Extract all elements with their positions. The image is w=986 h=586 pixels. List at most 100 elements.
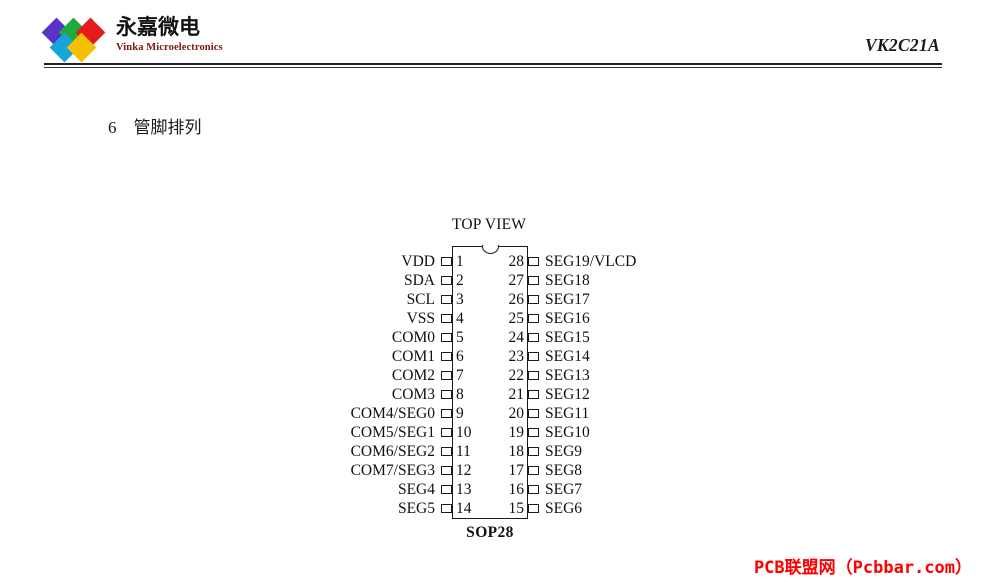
pin-row: SEG18 bbox=[528, 271, 770, 290]
pin-number-label: 26 bbox=[508, 291, 525, 308]
pin-lead-icon bbox=[441, 485, 452, 494]
pin-lead-icon bbox=[528, 314, 539, 323]
pin-assignment-diagram: TOP VIEW VDD 1 SDA 2 SCL 3 VSS 4 COM0 5 COM1 6 COM2 7… bbox=[330, 216, 660, 546]
pin-name-label: COM6/SEG2 bbox=[350, 442, 435, 460]
pin-name-label: SEG8 bbox=[545, 461, 583, 479]
pin-lead-icon bbox=[528, 447, 539, 456]
pin-lead-icon bbox=[528, 276, 539, 285]
pin-name-label: SEG7 bbox=[545, 480, 583, 498]
pin-number-label: 6 bbox=[456, 348, 464, 365]
pin-lead-icon bbox=[528, 390, 539, 399]
section-number: 6 bbox=[108, 118, 117, 137]
pin-number-label: 11 bbox=[456, 443, 471, 460]
pin-lead-icon bbox=[441, 314, 452, 323]
pin-lead-icon bbox=[528, 257, 539, 266]
pin-row: SEG11 bbox=[528, 404, 770, 423]
pin-row: COM7/SEG3 bbox=[210, 461, 452, 480]
pin-row: COM0 bbox=[210, 328, 452, 347]
pin-number-label: 13 bbox=[456, 481, 472, 498]
pin-row: SDA bbox=[210, 271, 452, 290]
pin-number-label: 23 bbox=[508, 348, 525, 365]
company-logo: 永嘉微电 Vinka Microelectronics bbox=[41, 12, 223, 63]
pin-row: VDD bbox=[210, 252, 452, 271]
pin-name-label: COM4/SEG0 bbox=[350, 404, 435, 422]
pin-row: COM3 bbox=[210, 385, 452, 404]
pin-number-label: 5 bbox=[456, 329, 464, 346]
pin-name-label: SEG10 bbox=[545, 423, 590, 441]
pin-name-label: SEG18 bbox=[545, 271, 590, 289]
pin-name-label: SEG12 bbox=[545, 385, 590, 403]
pin-lead-icon bbox=[441, 333, 452, 342]
pin-lead-icon bbox=[528, 352, 539, 361]
pin-lead-icon bbox=[528, 371, 539, 380]
pin-row: COM6/SEG2 bbox=[210, 442, 452, 461]
pin-lead-icon bbox=[528, 333, 539, 342]
pin-name-label: SEG15 bbox=[545, 328, 590, 346]
pin-row: SEG10 bbox=[528, 423, 770, 442]
pin-lead-icon bbox=[441, 295, 452, 304]
pin-name-label: COM0 bbox=[391, 328, 435, 346]
pin-name-label: SCL bbox=[406, 290, 435, 308]
pin-number-label: 4 bbox=[456, 310, 464, 327]
pin-number-label: 3 bbox=[456, 291, 464, 308]
pin-number-label: 28 bbox=[508, 253, 525, 270]
pin-name-label: SEG13 bbox=[545, 366, 590, 384]
pin-number-label: 7 bbox=[456, 367, 464, 384]
pin-name-label: COM1 bbox=[391, 347, 435, 365]
watermark-text: PCB联盟网（Pcbbar.com） bbox=[753, 558, 972, 578]
pin-name-label: SEG5 bbox=[397, 499, 435, 517]
pin-row: SEG14 bbox=[528, 347, 770, 366]
pin-number-label: 27 bbox=[508, 272, 525, 289]
pin-name-label: SEG4 bbox=[397, 480, 435, 498]
pin-lead-icon bbox=[441, 428, 452, 437]
section-heading: 6 管脚排列 bbox=[108, 113, 202, 138]
pin-number-label: 1 bbox=[456, 253, 464, 270]
pin-number-label: 12 bbox=[456, 462, 472, 479]
pin-lead-icon bbox=[528, 504, 539, 513]
pin-lead-icon bbox=[528, 428, 539, 437]
pin-row: SEG9 bbox=[528, 442, 770, 461]
pin-row: SEG15 bbox=[528, 328, 770, 347]
pin-row: SEG16 bbox=[528, 309, 770, 328]
pin-lead-icon bbox=[441, 257, 452, 266]
pin-row: COM2 bbox=[210, 366, 452, 385]
pin-name-label: COM5/SEG1 bbox=[350, 423, 435, 441]
page-header: 永嘉微电 Vinka Microelectronics VK2C21A bbox=[41, 10, 942, 68]
pin-row: SEG12 bbox=[528, 385, 770, 404]
pin-name-label: SEG9 bbox=[545, 442, 583, 460]
pin-name-label: SDA bbox=[403, 271, 435, 289]
pin-lead-icon bbox=[441, 409, 452, 418]
logo-name-en: Vinka Microelectronics bbox=[116, 42, 223, 53]
pin-number-label: 22 bbox=[508, 367, 525, 384]
pin-number-label: 9 bbox=[456, 405, 464, 422]
pin-number-label: 21 bbox=[508, 386, 525, 403]
pin-name-label: SEG16 bbox=[545, 309, 590, 327]
pin-row: SCL bbox=[210, 290, 452, 309]
header-rule-thin bbox=[44, 66, 942, 68]
package-label: SOP28 bbox=[466, 524, 514, 541]
pin-number-label: 16 bbox=[508, 481, 525, 498]
pin-lead-icon bbox=[441, 371, 452, 380]
pin-number-label: 25 bbox=[508, 310, 525, 327]
logo-diamonds-icon bbox=[41, 12, 112, 63]
pin-lead-icon bbox=[528, 295, 539, 304]
header-rule-thick bbox=[44, 63, 942, 65]
pin-row: COM1 bbox=[210, 347, 452, 366]
section-title: 管脚排列 bbox=[133, 118, 202, 138]
pin-name-label: SEG19/VLCD bbox=[545, 252, 637, 270]
logo-name-cn: 永嘉微电 bbox=[116, 15, 200, 39]
logo-wordmark: 永嘉微电 Vinka Microelectronics bbox=[116, 12, 223, 54]
pin-lead-icon bbox=[441, 390, 452, 399]
pin-lead-icon bbox=[441, 504, 452, 513]
pin-lead-icon bbox=[441, 352, 452, 361]
pin-row: COM5/SEG1 bbox=[210, 423, 452, 442]
pin-number-label: 19 bbox=[508, 424, 525, 441]
pin-number-label: 10 bbox=[456, 424, 472, 441]
pin-number-label: 14 bbox=[456, 500, 472, 517]
pin-lead-icon bbox=[528, 485, 539, 494]
pin-name-label: SEG17 bbox=[545, 290, 590, 308]
pin-number-label: 18 bbox=[508, 443, 525, 460]
pin-number-label: 17 bbox=[508, 462, 525, 479]
pin-number-label: 2 bbox=[456, 272, 464, 289]
pin-name-label: VDD bbox=[401, 252, 435, 270]
